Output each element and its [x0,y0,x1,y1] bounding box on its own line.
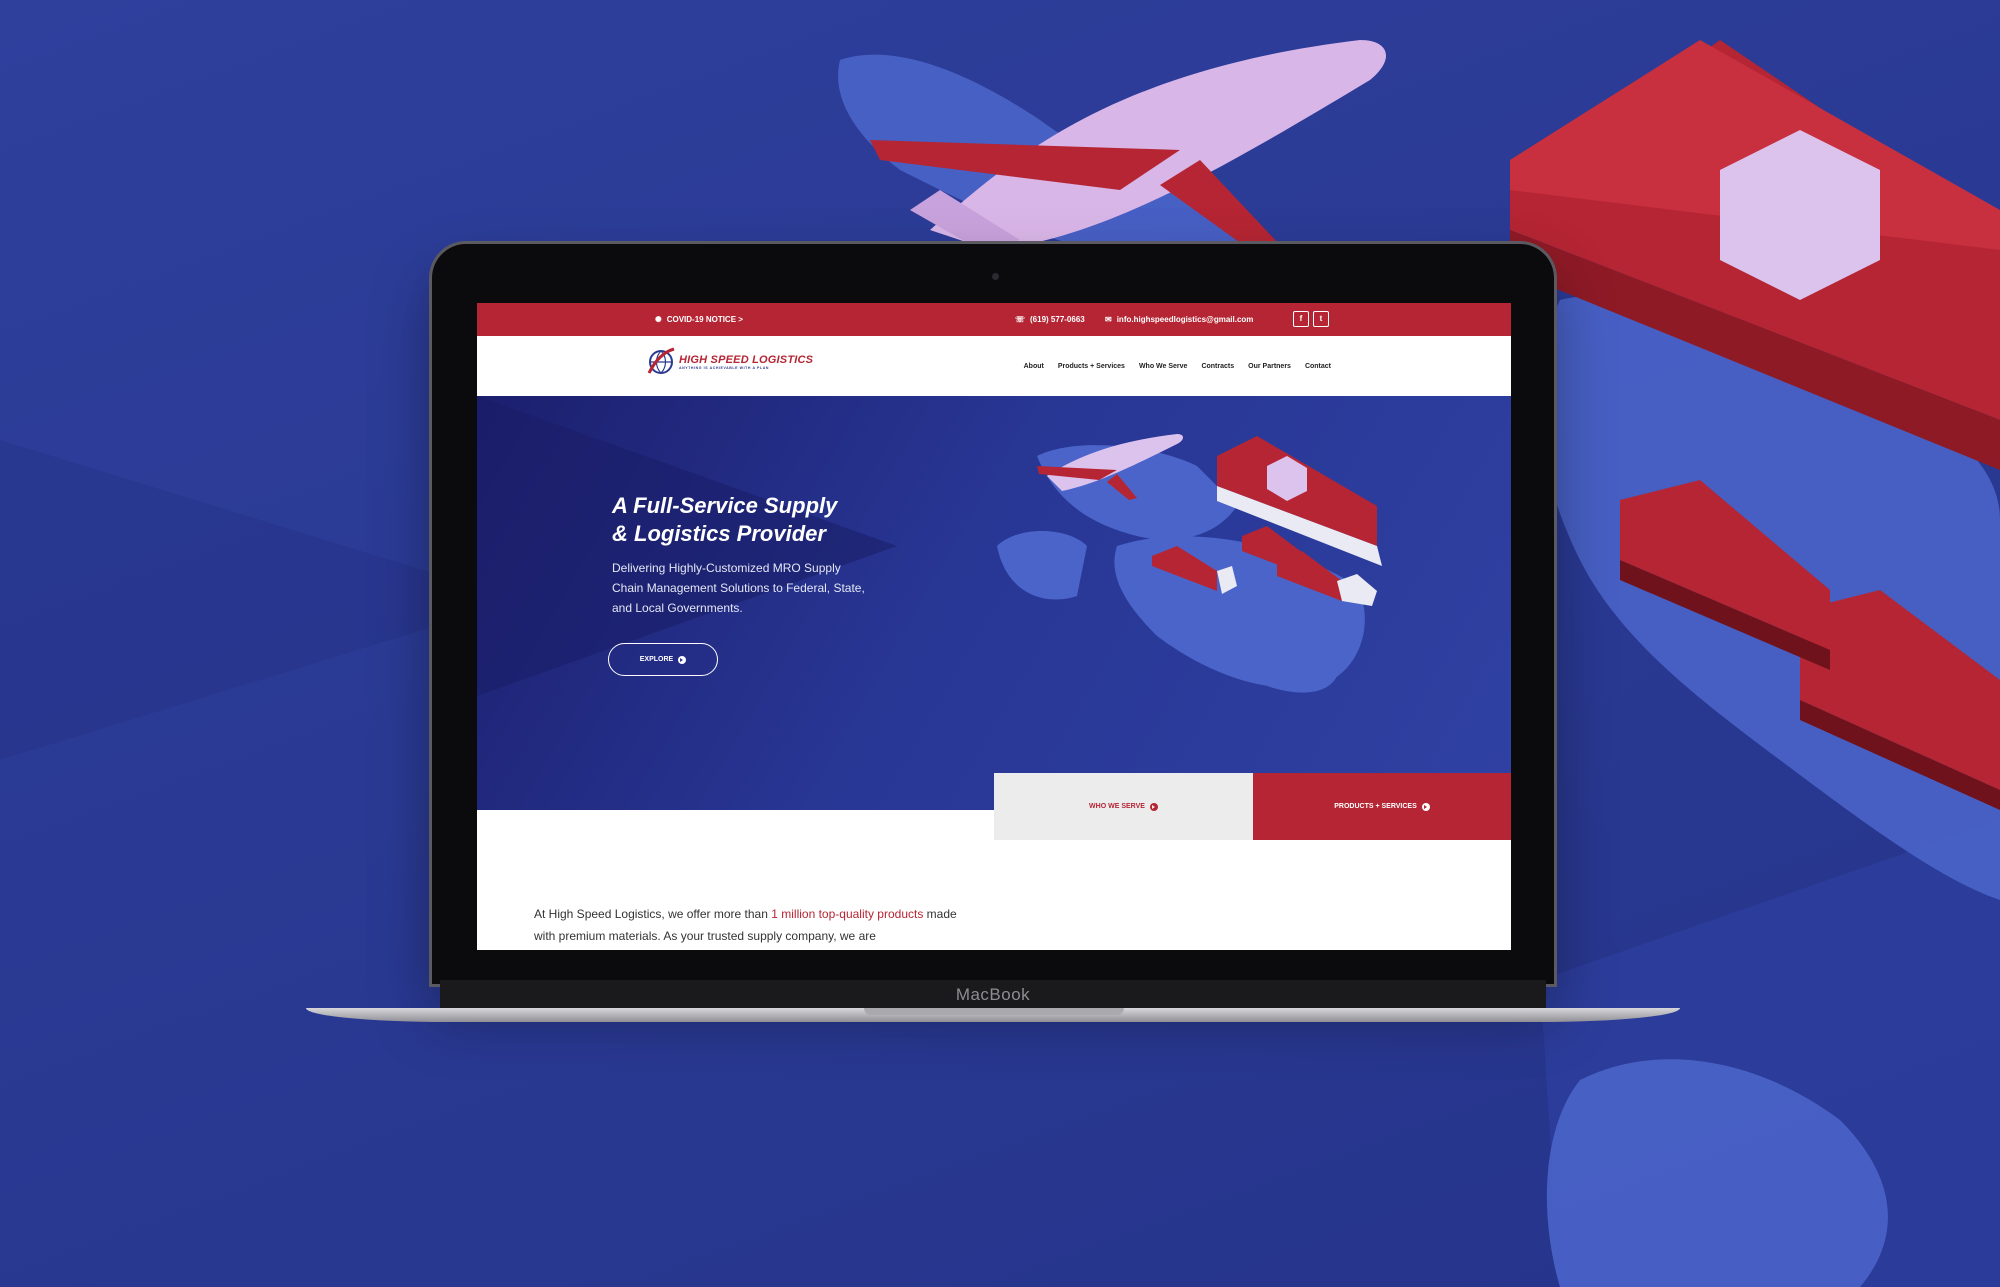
covid-notice-label: COVID-19 NOTICE > [666,315,743,324]
hero-subtitle: Delivering Highly-Customized MRO Supply … [612,561,865,615]
top-bar: ✺ COVID-19 NOTICE > ☏ (619) 577-0663 ✉ i… [477,303,1511,336]
virus-icon: ✺ [655,315,662,324]
email-link[interactable]: ✉ info.highspeedlogistics@gmail.com [1105,315,1253,324]
arrow-circle-icon [1149,802,1158,811]
laptop-notch [864,1008,1124,1015]
webcam-icon [992,273,999,280]
website-screen: ✺ COVID-19 NOTICE > ☏ (619) 577-0663 ✉ i… [477,303,1511,950]
nav-menu: About Products + Services Who We Serve C… [1024,363,1331,370]
arrow-circle-icon [678,655,687,664]
who-we-serve-label: WHO WE SERVE [1089,803,1145,810]
phone-icon: ☏ [1015,315,1026,324]
globe-logo-icon [647,347,675,374]
about-text-start: At High Speed Logistics, we offer more t… [534,907,772,921]
mail-icon: ✉ [1105,315,1112,324]
nav-item-about[interactable]: About [1024,363,1044,370]
arrow-circle-icon [1421,802,1430,811]
hero-title-line-1: A Full-Service Supply [612,493,838,518]
about-paragraph: At High Speed Logistics, we offer more t… [534,903,964,947]
nav-item-contact[interactable]: Contact [1305,363,1331,370]
facebook-icon[interactable]: f [1293,311,1309,327]
products-services-button[interactable]: PRODUCTS + SERVICES [1253,773,1511,840]
hero-title: A Full-Service Supply & Logistics Provid… [612,492,872,548]
laptop-brand-label: MacBook [440,980,1546,1010]
phone-number: (619) 577-0663 [1030,315,1085,324]
twitter-icon[interactable]: t [1313,311,1329,327]
phone-link[interactable]: ☏ (619) 577-0663 [1015,315,1085,324]
main-navbar: HIGH SPEED LOGISTICS ANYTHING IS ACHIEVA… [477,336,1511,396]
who-we-serve-button[interactable]: WHO WE SERVE [994,773,1253,840]
hero-title-line-2: & Logistics Provider [612,521,826,546]
nav-item-products-services[interactable]: Products + Services [1058,363,1125,370]
logo-tagline: ANYTHING IS ACHIEVABLE WITH A PLAN [679,366,769,370]
site-logo[interactable]: HIGH SPEED LOGISTICS ANYTHING IS ACHIEVA… [647,345,813,379]
logo-name: HIGH SPEED LOGISTICS [679,354,814,366]
explore-label: EXPLORE [639,656,674,663]
products-highlight-link[interactable]: 1 million top-quality products [771,907,923,921]
nav-item-contracts[interactable]: Contracts [1201,363,1234,370]
nav-item-who-we-serve[interactable]: Who We Serve [1139,363,1188,370]
explore-button[interactable]: EXPLORE [608,643,718,676]
nav-item-our-partners[interactable]: Our Partners [1248,363,1291,370]
email-address: info.highspeedlogistics@gmail.com [1116,315,1254,324]
hero-section: A Full-Service Supply & Logistics Provid… [477,396,1511,810]
covid-notice-link[interactable]: ✺ COVID-19 NOTICE > [655,315,743,324]
products-services-label: PRODUCTS + SERVICES [1334,803,1417,810]
